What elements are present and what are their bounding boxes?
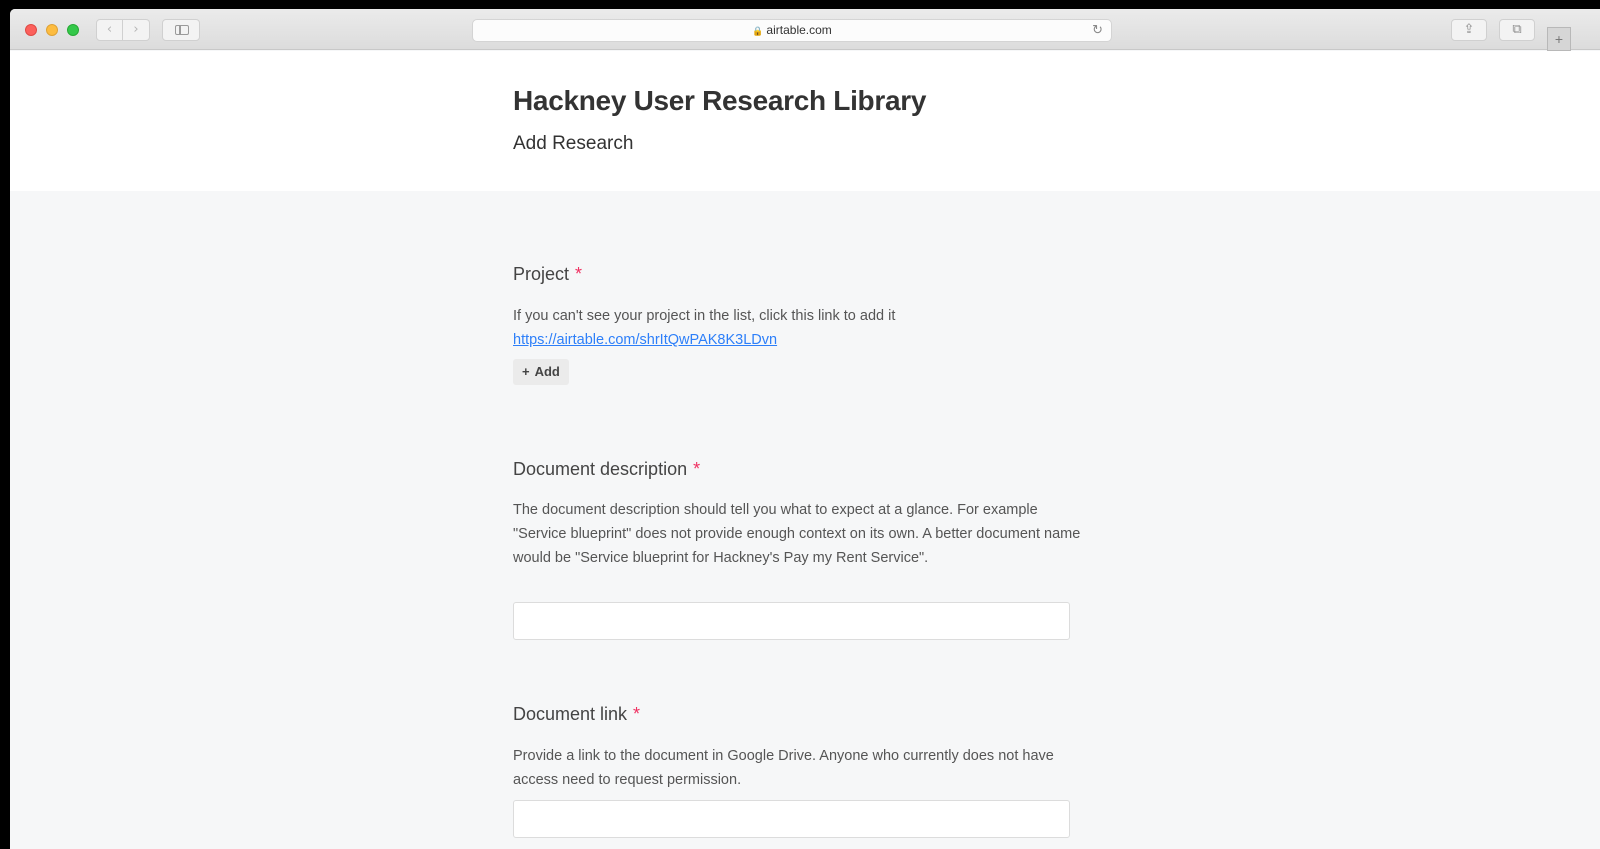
sidebar-icon: [175, 25, 189, 35]
required-marker: *: [575, 264, 583, 284]
share-button[interactable]: ⇪: [1451, 19, 1487, 41]
lock-icon: 🔒: [752, 26, 764, 36]
chevron-left-icon: ‹: [106, 22, 113, 37]
document-description-label: Document description *: [513, 459, 700, 480]
add-button-label: Add: [534, 364, 560, 379]
document-link-input[interactable]: [513, 800, 1070, 838]
forward-button[interactable]: ›: [123, 19, 150, 41]
plus-icon: +: [522, 364, 530, 379]
share-icon: ⇪: [1463, 22, 1475, 37]
required-marker: *: [633, 704, 641, 724]
project-help: If you can't see your project in the lis…: [513, 304, 1083, 352]
minimize-window-button[interactable]: [46, 24, 58, 36]
project-label: Project *: [513, 264, 582, 285]
required-marker: *: [693, 459, 701, 479]
form-subtitle: Add Research: [513, 133, 634, 154]
back-button[interactable]: ‹: [96, 19, 123, 41]
form-title: Hackney User Research Library: [513, 85, 927, 116]
address-bar[interactable]: 🔒 airtable.com ↻: [472, 19, 1112, 42]
form-header: Hackney User Research Library Add Resear…: [10, 51, 1600, 191]
tabs-icon: ⧉: [1512, 22, 1522, 37]
sidebar-toggle-button[interactable]: [162, 19, 200, 41]
reload-icon[interactable]: ↻: [1092, 20, 1103, 41]
address-url: airtable.com: [766, 23, 832, 37]
chevron-right-icon: ›: [133, 22, 139, 37]
document-link-label-text: Document link: [513, 704, 628, 724]
form-page: Hackney User Research Library Add Resear…: [10, 51, 1600, 849]
document-description-help: The document description should tell you…: [513, 502, 1081, 566]
project-help-text: If you can't see your project in the lis…: [513, 308, 896, 324]
close-window-button[interactable]: [25, 24, 37, 36]
browser-window: ‹ › 🔒 airtable.com ↻ ⇪ ⧉ + Hackney User R…: [10, 9, 1600, 849]
plus-icon: +: [1554, 31, 1564, 47]
tab-overview-button[interactable]: ⧉: [1499, 19, 1535, 41]
document-link-label: Document link *: [513, 704, 640, 725]
document-link-help: Provide a link to the document in Google…: [513, 748, 1054, 788]
project-add-link[interactable]: https://airtable.com/shrItQwPAK8K3LDvn: [513, 332, 777, 348]
zoom-window-button[interactable]: [67, 24, 79, 36]
document-description-input[interactable]: [513, 602, 1070, 640]
document-description-label-text: Document description: [513, 459, 688, 479]
add-project-button[interactable]: + Add: [513, 359, 569, 385]
browser-toolbar: ‹ › 🔒 airtable.com ↻ ⇪ ⧉ +: [10, 9, 1600, 51]
new-tab-button[interactable]: +: [1547, 27, 1571, 51]
project-label-text: Project: [513, 264, 570, 284]
